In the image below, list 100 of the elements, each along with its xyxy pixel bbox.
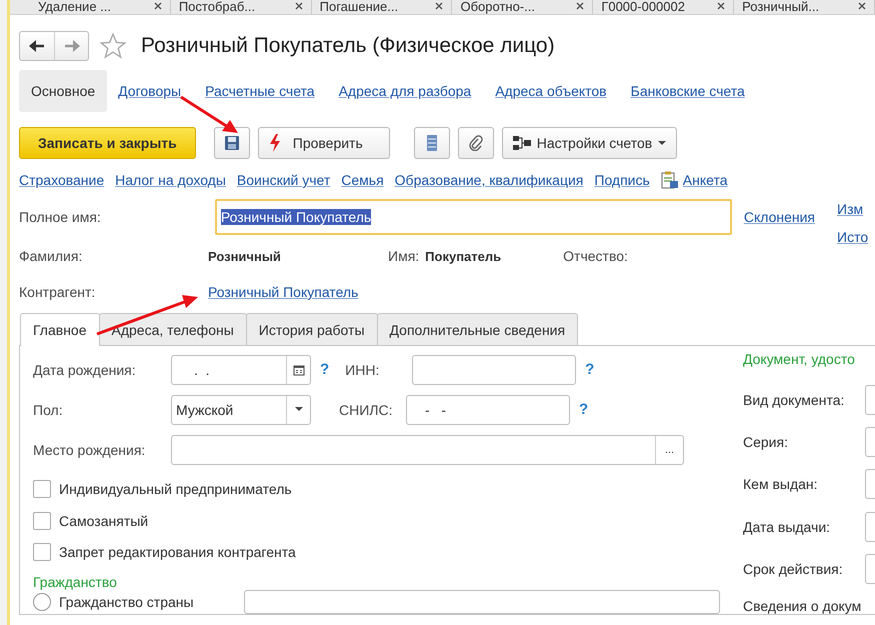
- form-link[interactable]: Налог на доходы: [115, 172, 226, 188]
- window-title: Розничный Покупатель (Физическое лицо): [141, 34, 555, 58]
- input-field[interactable]: [865, 554, 875, 584]
- caret-icon[interactable]: [294, 407, 302, 412]
- window-tab-title: Розничный...: [742, 0, 820, 14]
- input-field[interactable]: [865, 384, 875, 415]
- close-icon[interactable]: [576, 2, 584, 10]
- checkbox[interactable]: [33, 512, 51, 530]
- save-and-close-button[interactable]: Записать и закрыть: [19, 127, 196, 159]
- checkbox[interactable]: [33, 543, 51, 562]
- declension-link[interactable]: Склонения: [744, 209, 815, 225]
- section-heading: Гражданство: [33, 574, 118, 590]
- input-field[interactable]: [865, 469, 875, 500]
- side-link[interactable]: Исто: [837, 229, 868, 245]
- hierarchy-icon: [512, 135, 531, 151]
- counterparty-link[interactable]: Розничный Покупатель: [208, 284, 358, 300]
- field-label: СНИЛС:: [339, 402, 394, 418]
- snils-field[interactable]: - -: [406, 394, 570, 425]
- paperclip-icon: [468, 135, 484, 151]
- window-tab[interactable]: Постобраб...: [170, 0, 312, 14]
- close-icon[interactable]: [154, 2, 162, 10]
- window-tab-title: Оборотно-...: [460, 0, 535, 14]
- input-field[interactable]: [865, 512, 875, 542]
- close-icon[interactable]: [717, 2, 726, 10]
- section-heading: Документ, удосто: [743, 351, 856, 369]
- form-tab[interactable]: История работы: [246, 313, 378, 345]
- field-label: Пол:: [33, 402, 64, 418]
- check-button[interactable]: Проверить: [258, 127, 390, 159]
- window-tab[interactable]: Г0000-000002: [593, 0, 734, 14]
- full-name-field[interactable]: Розничный Покупатель: [214, 199, 732, 235]
- section-link[interactable]: Адреса для разбора: [338, 83, 472, 99]
- field-label: Сведения о докум: [743, 598, 862, 614]
- section-link[interactable]: Основное: [19, 70, 108, 112]
- window-tab-title: Постобраб...: [178, 0, 256, 14]
- navigation-buttons[interactable]: [19, 31, 89, 61]
- form-tab[interactable]: Адреса, телефоны: [98, 313, 247, 345]
- section-link[interactable]: Расчетные счета: [205, 83, 315, 99]
- checkbox-label: Самозанятый: [59, 512, 148, 529]
- input-field[interactable]: [244, 590, 720, 614]
- caret-icon: [658, 140, 666, 146]
- list-button[interactable]: [414, 127, 450, 159]
- section-link[interactable]: Банковские счета: [630, 83, 745, 99]
- radio-button[interactable]: [33, 593, 51, 612]
- checkbox-label: Запрет редактирования контрагента: [59, 544, 296, 560]
- window-tab[interactable]: Погашение...: [312, 0, 452, 14]
- arrow-annotation: [180, 96, 238, 133]
- help-mark[interactable]: ?: [585, 361, 594, 378]
- form-tab[interactable]: Главное: [20, 313, 100, 346]
- select-button[interactable]: ...: [655, 436, 683, 464]
- field-label: Серия:: [743, 434, 788, 450]
- close-icon[interactable]: [294, 2, 303, 10]
- star-icon[interactable]: [99, 32, 127, 60]
- field-label: Отчество:: [563, 248, 628, 264]
- save-button[interactable]: [214, 127, 250, 159]
- calendar-icon[interactable]: [292, 364, 304, 376]
- section-link[interactable]: Договоры: [118, 83, 182, 99]
- window-tab[interactable]: Удаление ...: [30, 0, 171, 14]
- field-label: Контрагент:: [19, 284, 96, 300]
- section-link[interactable]: Адреса объектов: [495, 83, 607, 99]
- side-link[interactable]: Изм: [837, 201, 868, 217]
- field-label: Полное имя:: [19, 209, 101, 225]
- field-label: ИНН:: [345, 362, 380, 378]
- close-icon[interactable]: [858, 2, 866, 10]
- window-tab-title: Г0000-000002: [601, 0, 685, 14]
- form-link[interactable]: Воинский учет: [236, 172, 330, 188]
- window-tab-title: Удаление ...: [38, 0, 111, 14]
- field-label: Дата выдачи:: [743, 518, 830, 535]
- close-icon[interactable]: [435, 2, 444, 10]
- help-mark[interactable]: ?: [579, 401, 588, 418]
- window-tab-title: Погашение...: [320, 0, 398, 14]
- form-icon: [660, 171, 679, 189]
- field-label: Кем выдан:: [743, 476, 818, 492]
- questionnaire-link[interactable]: Анкета: [682, 172, 728, 188]
- window-tab[interactable]: Оборотно-...: [452, 0, 594, 14]
- field-label: Место рождения:: [33, 442, 146, 458]
- form-tab[interactable]: Дополнительные сведения: [376, 313, 578, 345]
- field-label: Вид документа:: [743, 392, 844, 408]
- back-arrow-icon[interactable]: [29, 40, 45, 52]
- form-link[interactable]: Страхование: [19, 172, 104, 188]
- checkbox[interactable]: [33, 480, 51, 498]
- forward-arrow-icon[interactable]: [64, 40, 80, 52]
- help-mark[interactable]: ?: [320, 361, 330, 378]
- form-link[interactable]: Подпись: [594, 172, 650, 188]
- birthplace-field[interactable]: ...: [171, 434, 684, 465]
- inn-field[interactable]: [412, 354, 576, 385]
- form-link[interactable]: Образование, квалификация: [394, 172, 584, 188]
- window-tab[interactable]: Розничный...: [734, 0, 875, 14]
- radio-label: Гражданство страны: [59, 594, 194, 610]
- input-field[interactable]: [865, 426, 875, 457]
- form-link[interactable]: Семья: [341, 172, 384, 188]
- attach-button[interactable]: [458, 127, 494, 159]
- checkbox-label: Индивидуальный предприниматель: [59, 481, 292, 498]
- list-icon: [426, 134, 438, 152]
- field-label: Дата рождения:: [33, 362, 137, 378]
- gender-dropdown[interactable]: Мужской: [171, 394, 311, 425]
- field-label: Имя:: [388, 248, 420, 264]
- account-settings-button[interactable]: Настройки счетов: [502, 127, 678, 159]
- field-label: Срок действия:: [743, 560, 843, 577]
- birth-date-field[interactable]: . .: [171, 354, 311, 385]
- first-name-value: Покупатель: [425, 248, 502, 264]
